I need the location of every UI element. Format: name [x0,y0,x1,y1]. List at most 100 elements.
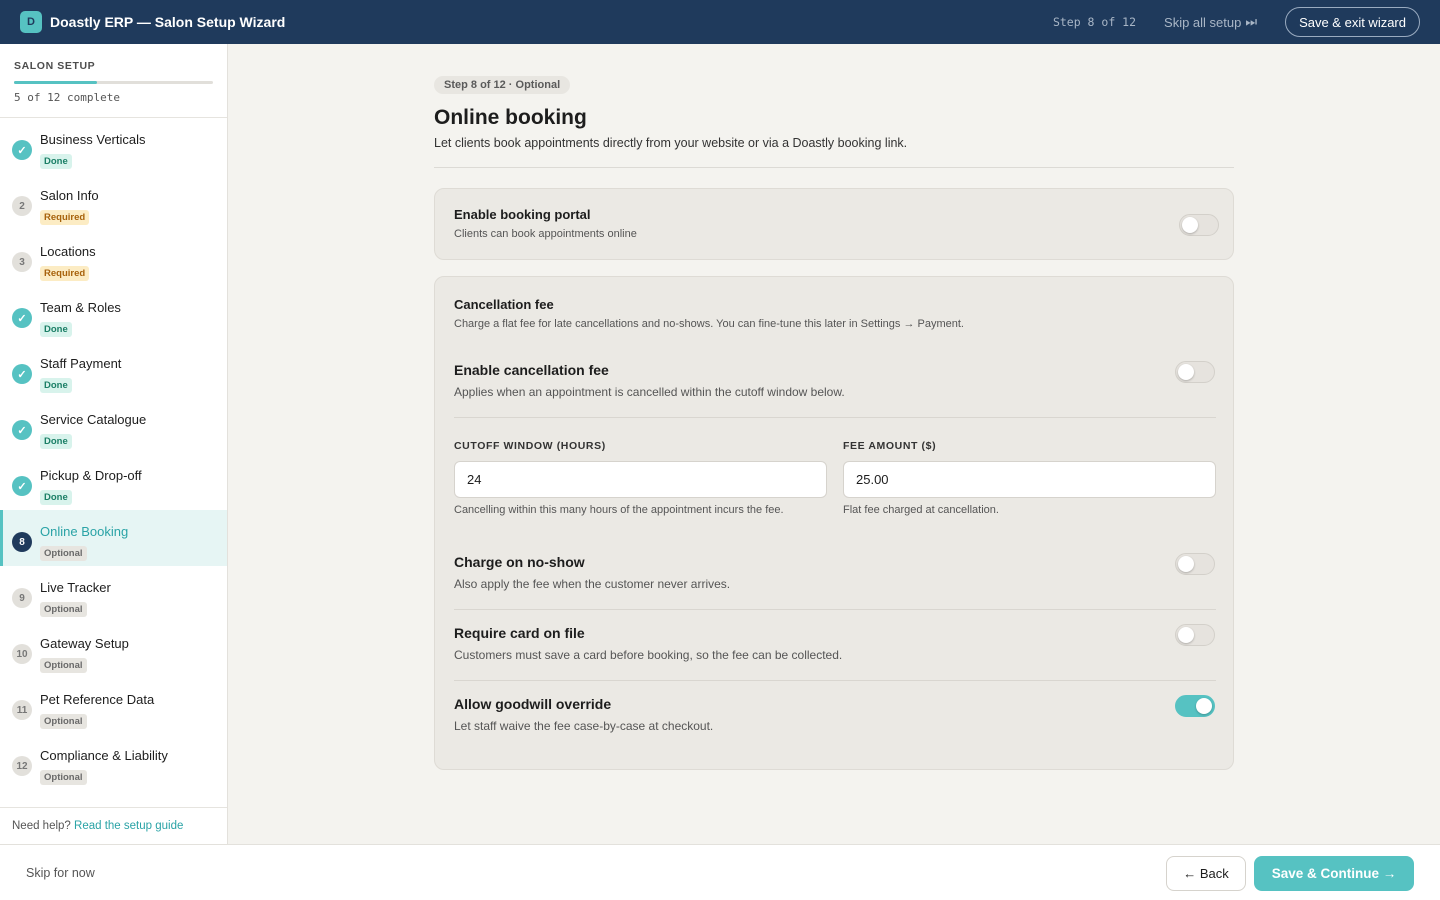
fee-amount-label: FEE AMOUNT ($) [843,440,937,452]
fee-amount-input[interactable] [843,461,1216,498]
page-subtitle: Let clients book appointments directly f… [434,136,908,150]
step-number-icon: 9 [12,588,32,608]
step-label: Online Booking [40,524,129,539]
cutoff-window-label: CUTOFF WINDOW (HOURS) [454,440,606,452]
status-badge: Done [40,378,72,393]
step-counter: Step 8 of 12 [1052,15,1137,29]
require-card-toggle[interactable] [1175,624,1215,646]
check-icon: ✓ [12,140,32,160]
booking-portal-title: Enable booking portal [454,207,591,222]
cutoff-window-input[interactable] [454,461,827,498]
wizard-footer: Skip for now ← Back Save & Continue → [0,844,1440,900]
save-continue-button[interactable]: Save & Continue → [1254,856,1414,891]
status-badge: Optional [40,658,87,673]
sidebar-step-team-roles[interactable]: ✓ Team & Roles Done [0,286,227,342]
setup-progress-bar [14,81,213,84]
header-divider [434,167,1234,168]
require-card-title: Require card on file [454,625,585,641]
charge-no-show-toggle[interactable] [1175,553,1215,575]
skip-all-setup-button[interactable]: Skip all setup ⏭ [1164,14,1257,30]
step-number-icon: 8 [12,532,32,552]
help-footer: Need help? Read the setup guide [0,807,227,844]
sidebar-title: SALON SETUP [14,60,96,72]
step-list: ✓ Business Verticals Done 2 Salon Info Requir… [0,118,227,790]
divider [454,680,1216,681]
step-label: Pet Reference Data [40,692,155,707]
enable-cancellation-desc: Applies when an appointment is cancelled… [454,385,845,399]
check-icon: ✓ [12,308,32,328]
status-badge: Done [40,434,72,449]
step-body: Gateway Setup Optional [40,636,129,673]
step-body: Business Verticals Done [40,132,146,169]
status-badge: Optional [40,602,87,617]
save-exit-wizard-button[interactable]: Save & exit wizard [1285,7,1420,37]
goodwill-override-toggle[interactable] [1175,695,1215,717]
charge-no-show-title: Charge on no-show [454,554,585,570]
enable-cancellation-row: Enable cancellation fee Applies when an … [454,362,1216,399]
sidebar-step-locations[interactable]: 3 Locations Required [0,230,227,286]
step-body: Pet Reference Data Optional [40,692,154,729]
step-label: Service Catalogue [40,412,147,427]
cancellation-fee-card: Cancellation fee Charge a flat fee for l… [434,276,1234,770]
sidebar-step-business-verticals[interactable]: ✓ Business Verticals Done [0,118,227,174]
top-bar-actions: Step 8 of 12 Skip all setup ⏭ Save & exi… [1053,7,1420,37]
require-card-desc: Customers must save a card before bookin… [454,648,843,662]
step-body: Locations Required [40,244,96,281]
back-button[interactable]: ← Back [1166,856,1246,891]
step-body: Team & Roles Done [40,300,121,337]
status-badge: Optional [40,714,87,729]
check-icon: ✓ [12,364,32,384]
sidebar-step-salon-info[interactable]: 2 Salon Info Required [0,174,227,230]
status-badge: Required [40,210,90,225]
status-badge: Done [40,154,72,169]
sidebar-header: SALON SETUP 5 of 12 complete [0,44,227,118]
divider [454,609,1216,610]
cutoff-window-help: Cancelling within this many hours of the… [454,504,784,516]
page-title: Online booking [434,106,587,129]
status-badge: Done [40,322,72,337]
setup-guide-link[interactable]: Read the setup guide [74,820,183,832]
status-badge: Done [40,490,72,505]
step-body: Salon Info Required [40,188,99,225]
skip-forward-icon: ⏭ [1245,14,1258,29]
goodwill-override-desc: Let staff waive the fee case-by-case at … [454,719,714,733]
skip-for-now-button[interactable]: Skip for now [26,866,95,880]
step-label: Salon Info [40,188,99,203]
sidebar-step-pickup-drop-off[interactable]: ✓ Pickup & Drop-off Done [0,454,227,510]
step-body: Pickup & Drop-off Done [40,468,142,505]
step-body: Staff Payment Done [40,356,121,393]
charge-no-show-desc: Also apply the fee when the customer nev… [454,577,731,591]
sidebar-step-online-booking[interactable]: 8 Online Booking Optional [0,510,227,566]
require-card-row: Require card on file Customers must save… [454,625,1216,662]
step-number-icon: 2 [12,196,32,216]
sidebar-step-pet-reference-data[interactable]: 11 Pet Reference Data Optional [0,678,227,734]
fee-amount-help: Flat fee charged at cancellation. [843,504,999,516]
sidebar-step-live-tracker[interactable]: 9 Live Tracker Optional [0,566,227,622]
check-icon: ✓ [12,420,32,440]
sidebar-step-compliance-liability[interactable]: 12 Compliance & Liability Optional [0,734,227,790]
sidebar-step-gateway-setup[interactable]: 10 Gateway Setup Optional [0,622,227,678]
divider [454,417,1216,418]
goodwill-override-title: Allow goodwill override [454,696,612,712]
goodwill-override-row: Allow goodwill override Let staff waive … [454,696,1216,733]
step-label: Gateway Setup [40,636,129,651]
enable-cancellation-toggle[interactable] [1175,361,1215,383]
step-label: Live Tracker [40,580,111,595]
booking-portal-toggle[interactable] [1179,214,1219,236]
step-body: Online Booking Optional [40,524,128,561]
step-body: Live Tracker Optional [40,580,111,617]
step-label: Team & Roles [40,300,121,315]
sidebar-step-service-catalogue[interactable]: ✓ Service Catalogue Done [0,398,227,454]
step-number-icon: 12 [12,756,32,776]
status-badge: Optional [40,770,87,785]
step-label: Business Verticals [40,132,146,147]
setup-progress-text: 5 of 12 complete [14,91,120,104]
check-icon: ✓ [12,476,32,496]
help-text: Need help? [12,820,71,832]
sidebar-step-staff-payment[interactable]: ✓ Staff Payment Done [0,342,227,398]
setup-progress-fill [14,81,97,84]
wizard-sidebar: SALON SETUP 5 of 12 complete ✓ Business V… [0,44,228,844]
top-bar: D Doastly ERP — Salon Setup Wizard Step … [0,0,1440,44]
app-logo: D [20,11,42,33]
step-pill: Step 8 of 12 · Optional [434,76,571,94]
